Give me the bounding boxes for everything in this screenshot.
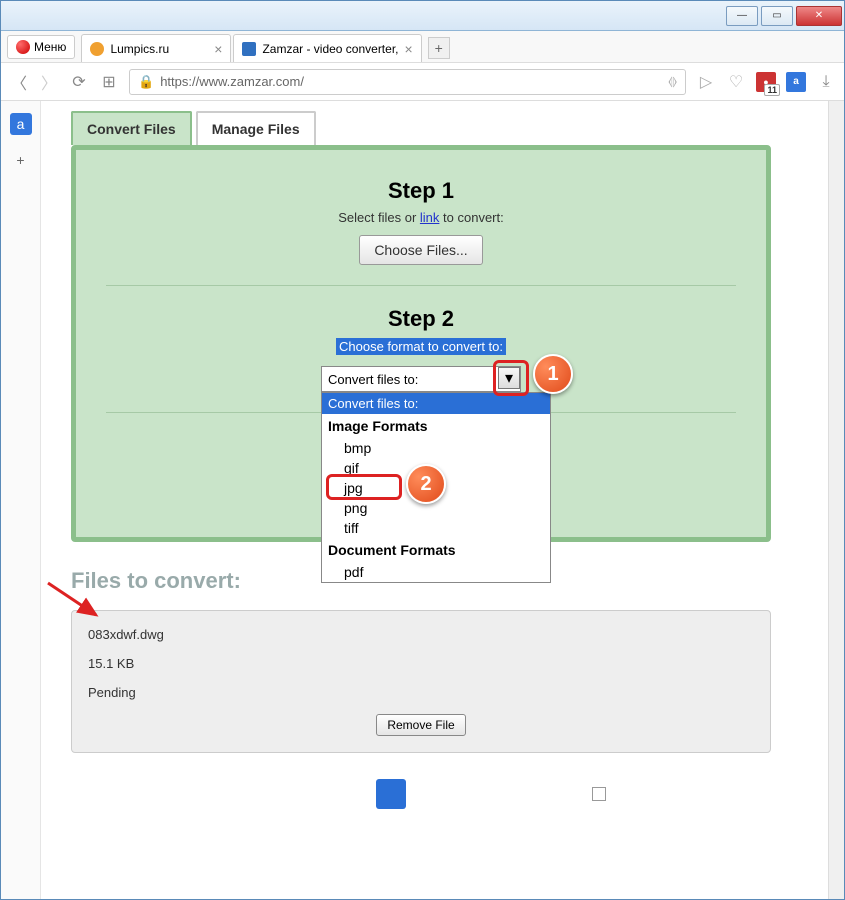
card-tabs: Convert Files Manage Files <box>71 111 828 145</box>
tab-manage-files[interactable]: Manage Files <box>196 111 316 145</box>
dropdown-item-pdf[interactable]: pdf <box>322 562 550 582</box>
step-1: Step 1 Select files or link to convert: … <box>76 166 766 277</box>
step-2: Step 2 Choose format to convert to: Conv… <box>76 294 766 404</box>
favicon-icon <box>90 42 104 56</box>
translate-extension-icon[interactable]: a <box>786 72 806 92</box>
terms-checkbox[interactable] <box>592 787 606 801</box>
url-text: https://www.zamzar.com/ <box>160 74 304 89</box>
url-input[interactable]: 🔒 https://www.zamzar.com/ ⦉⦊ <box>129 69 686 95</box>
dropdown-item-bmp[interactable]: bmp <box>322 438 550 458</box>
select-value: Convert files to: <box>328 372 418 387</box>
reload-button[interactable]: ⟳ <box>69 72 89 92</box>
downloads-icon[interactable]: ⤓ <box>816 72 836 92</box>
tab-convert-files[interactable]: Convert Files <box>71 111 192 145</box>
file-size: 15.1 KB <box>88 656 754 671</box>
window-titlebar: — ▭ ✕ <box>1 1 844 31</box>
remove-file-button[interactable]: Remove File <box>376 714 465 736</box>
speed-dial-button[interactable]: ⊞ <box>99 72 119 92</box>
step-2-subtitle: Choose format to convert to: <box>336 338 506 355</box>
tab-close-icon[interactable]: × <box>208 41 222 57</box>
scrollbar[interactable] <box>828 101 844 899</box>
vpn-forward-icon[interactable]: ▷ <box>696 72 716 92</box>
convert-button-partial[interactable] <box>376 779 406 809</box>
annotation-callout-1: 1 <box>533 354 573 394</box>
back-button[interactable]: 〈 <box>9 72 29 92</box>
file-name: 083xdwf.dwg <box>88 627 754 642</box>
tab-title: Zamzar - video converter, <box>262 42 398 56</box>
dropdown-item-tiff[interactable]: tiff <box>322 518 550 538</box>
lock-icon: 🔒 <box>138 74 154 90</box>
annotation-arrow-icon <box>46 581 106 621</box>
browser-menu-button[interactable]: Меню <box>7 35 75 59</box>
annotation-outline-1 <box>493 360 529 396</box>
step-1-title: Step 1 <box>76 178 766 204</box>
step-2-title: Step 2 <box>76 306 766 332</box>
annotation-callout-2: 2 <box>406 464 446 504</box>
link-url-convert[interactable]: link <box>420 210 440 225</box>
divider <box>106 285 736 286</box>
forward-button[interactable]: 〉 <box>39 72 59 92</box>
maximize-button[interactable]: ▭ <box>761 6 793 26</box>
dropdown-group-document: Document Formats <box>322 538 550 562</box>
step-1-subtitle: Select files or link to convert: <box>76 210 766 225</box>
file-status: Pending <box>88 685 754 700</box>
favicon-icon <box>242 42 256 56</box>
tab-zamzar[interactable]: Zamzar - video converter, × <box>233 34 421 62</box>
tab-title: Lumpics.ru <box>110 42 169 56</box>
browser-sidebar: a + <box>1 101 41 899</box>
annotation-outline-2 <box>326 474 402 500</box>
file-item: 083xdwf.dwg 15.1 KB Pending Remove File <box>71 610 771 753</box>
format-dropdown: Convert files to: Image Formats bmp gif … <box>321 392 551 583</box>
format-select[interactable]: Convert files to: <box>321 366 521 392</box>
minimize-button[interactable]: — <box>726 6 758 26</box>
window-close-button[interactable]: ✕ <box>796 6 842 26</box>
viewport: a + Convert Files Manage Files Step 1 Se… <box>1 101 844 899</box>
choose-files-button[interactable]: Choose Files... <box>359 235 482 265</box>
new-tab-button[interactable]: + <box>428 37 450 59</box>
browser-window: — ▭ ✕ Меню Lumpics.ru × Zamzar - video c… <box>0 0 845 900</box>
format-select-wrap: Convert files to: ▾ 1 Convert files to: … <box>321 366 521 392</box>
translate-icon[interactable]: ⦉⦊ <box>668 74 677 89</box>
badge-count: 11 <box>764 84 780 96</box>
page-content: Convert Files Manage Files Step 1 Select… <box>41 101 828 899</box>
tab-lumpics[interactable]: Lumpics.ru × <box>81 34 231 62</box>
dropdown-header: Convert files to: <box>322 393 550 414</box>
dropdown-item-jpg[interactable]: jpg 2 <box>322 478 550 498</box>
sidebar-translate-icon[interactable]: a <box>10 113 32 135</box>
menu-label: Меню <box>34 40 66 54</box>
opera-icon <box>16 40 30 54</box>
sidebar-add-button[interactable]: + <box>10 149 32 171</box>
convert-card: Step 1 Select files or link to convert: … <box>71 145 771 542</box>
tab-bar: Меню Lumpics.ru × Zamzar - video convert… <box>1 31 844 63</box>
heart-icon[interactable]: ♡ <box>726 72 746 92</box>
address-bar: 〈 〉 ⟳ ⊞ 🔒 https://www.zamzar.com/ ⦉⦊ ▷ ♡… <box>1 63 844 101</box>
dropdown-group-image: Image Formats <box>322 414 550 438</box>
adblock-extension-icon[interactable]: ● 11 <box>756 72 776 92</box>
tab-close-icon[interactable]: × <box>399 41 413 57</box>
